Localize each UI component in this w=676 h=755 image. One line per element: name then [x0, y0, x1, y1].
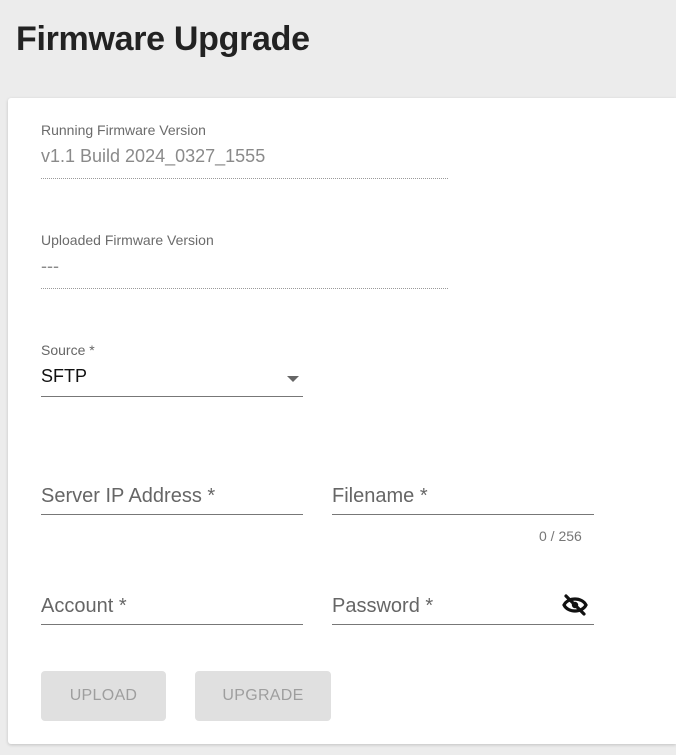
password-field: [332, 588, 594, 625]
running-firmware-label: Running Firmware Version: [41, 122, 206, 138]
dropdown-arrow-icon: [287, 376, 299, 382]
running-firmware-value: v1.1 Build 2024_0327_1555: [41, 146, 448, 179]
server-ip-field: [41, 478, 303, 515]
source-value: SFTP: [41, 366, 88, 386]
upgrade-button[interactable]: UPGRADE: [195, 671, 331, 721]
password-input[interactable]: [332, 588, 552, 624]
running-firmware-field: Running Firmware Version v1.1 Build 2024…: [41, 122, 448, 179]
source-label: Source *: [41, 342, 95, 358]
page-title: Firmware Upgrade: [16, 20, 310, 58]
uploaded-firmware-value: ---: [41, 256, 448, 289]
uploaded-firmware-label: Uploaded Firmware Version: [41, 232, 214, 248]
uploaded-firmware-field: Uploaded Firmware Version ---: [41, 232, 448, 289]
account-field: [41, 588, 303, 625]
filename-input[interactable]: [332, 478, 594, 514]
eye-off-icon[interactable]: [562, 594, 588, 616]
source-select-field: Source * SFTP: [41, 342, 303, 397]
upload-button[interactable]: UPLOAD: [41, 671, 166, 721]
server-ip-input[interactable]: [41, 478, 303, 514]
firmware-card: Running Firmware Version v1.1 Build 2024…: [8, 98, 676, 744]
filename-field: [332, 478, 594, 515]
filename-char-counter: 0 / 256: [539, 528, 582, 544]
source-select[interactable]: SFTP: [41, 366, 303, 397]
account-input[interactable]: [41, 588, 303, 624]
